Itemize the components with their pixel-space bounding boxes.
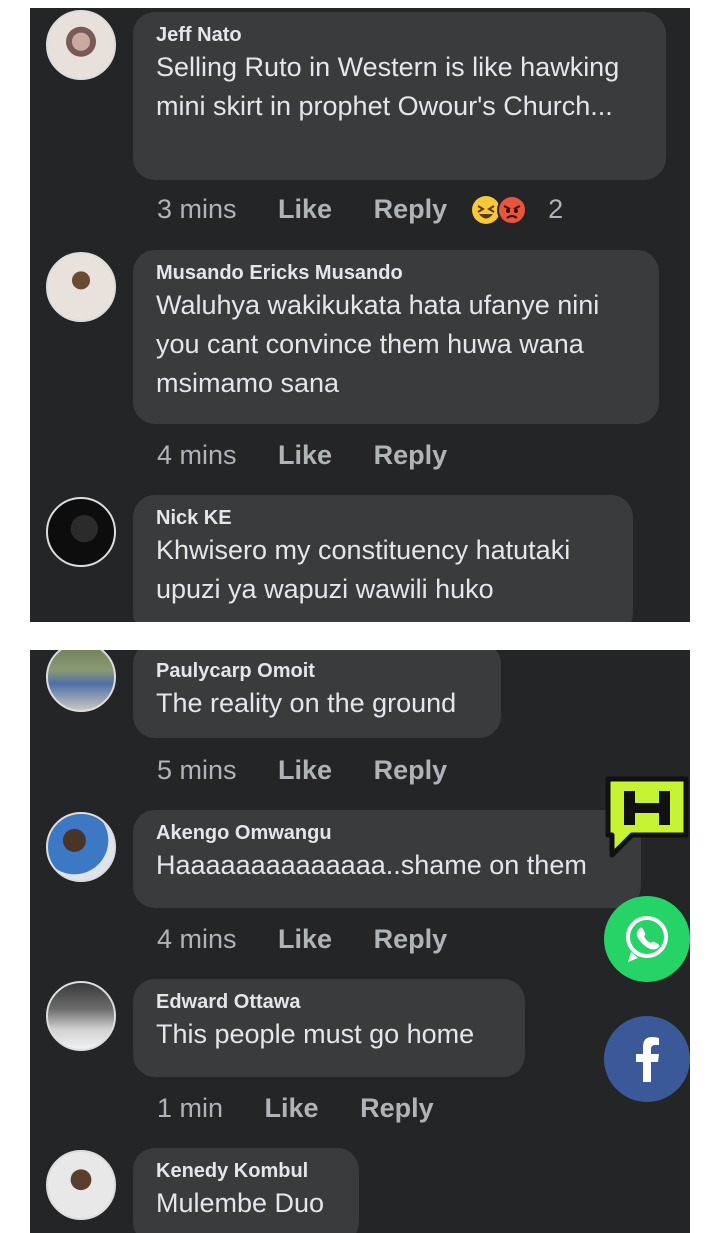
h-logo-icon [605,776,689,858]
commenter-name[interactable]: Jeff Nato [156,22,643,48]
avatar[interactable] [46,650,116,712]
reply-button[interactable]: Reply [374,435,448,475]
commenter-name[interactable]: Akengo Omwangu [156,820,618,846]
comment-time[interactable]: 4 mins [157,435,237,475]
whatsapp-icon [604,896,690,982]
reply-button[interactable]: Reply [374,919,448,959]
comment-time[interactable]: 5 mins [157,750,237,790]
comment-text: Khwisero my constituency hatutaki upuzi … [156,535,571,604]
avatar[interactable] [46,252,116,322]
laughing-emoji-icon [471,196,500,224]
like-button[interactable]: Like [265,1088,319,1128]
like-button[interactable]: Like [278,919,332,959]
comment-time[interactable]: 4 mins [157,919,237,959]
commenter-name[interactable]: Musando Ericks Musando [156,260,636,286]
avatar[interactable] [46,1150,116,1220]
comment-actions: 4 mins Like Reply [157,435,481,475]
reactions[interactable] [471,195,531,225]
avatar[interactable] [46,981,116,1051]
reaction-count: 2 [548,194,564,224]
commenter-name[interactable]: Edward Ottawa [156,989,502,1015]
comment-time[interactable]: 1 min [157,1088,223,1128]
like-button[interactable]: Like [278,189,332,229]
angry-emoji-icon [496,195,527,225]
comment-bubble: Kenedy Kombul Mulembe Duo [133,1148,359,1233]
comment-time[interactable]: 3 mins [157,189,237,229]
whatsapp-share-button[interactable] [604,896,690,982]
reply-button[interactable]: Reply [374,750,448,790]
facebook-icon [604,1016,690,1102]
like-button[interactable]: Like [278,435,332,475]
commenter-name[interactable]: Kenedy Kombul [156,1158,336,1184]
h-logo-button[interactable] [602,775,692,861]
comment-bubble: Nick KE Khwisero my constituency hatutak… [133,495,633,622]
reply-button[interactable]: Reply [374,189,448,229]
comment-actions: 1 min Like Reply [157,1088,468,1128]
avatar[interactable] [46,10,116,80]
reply-button[interactable]: Reply [360,1088,434,1128]
comment-text: Selling Ruto in Western is like hawking … [156,52,620,121]
comment-text: This people must go home [156,1019,475,1049]
comment-text: Haaaaaaaaaaaaaa..shame on them [156,850,587,880]
commenter-name[interactable]: Paulycarp Omoit [156,658,478,684]
comment-bubble: Edward Ottawa This people must go home [133,979,525,1077]
comment-actions: 4 mins Like Reply [157,919,481,959]
comment-bubble: Akengo Omwangu Haaaaaaaaaaaaaa..shame on… [133,810,641,908]
comment-text: Mulembe Duo [156,1188,325,1218]
like-button[interactable]: Like [278,750,332,790]
avatar[interactable] [46,812,116,882]
avatar[interactable] [46,497,116,567]
commenter-name[interactable]: Nick KE [156,505,610,531]
comments-panel-bottom: Paulycarp Omoit The reality on the groun… [30,650,690,1233]
comment-text: The reality on the ground [156,688,457,718]
comment-bubble: Jeff Nato Selling Ruto in Western is lik… [133,12,666,180]
facebook-share-button[interactable] [604,1016,690,1102]
comment-text: Waluhya wakikukata hata ufanye nini you … [156,290,600,398]
comment-actions: 5 mins Like Reply [157,750,481,790]
comment-bubble: Musando Ericks Musando Waluhya wakikukat… [133,250,659,424]
comments-panel-top: Jeff Nato Selling Ruto in Western is lik… [30,8,690,622]
comment-bubble: Paulycarp Omoit The reality on the groun… [133,650,501,738]
comment-actions: 3 mins Like Reply 2 [157,189,563,229]
